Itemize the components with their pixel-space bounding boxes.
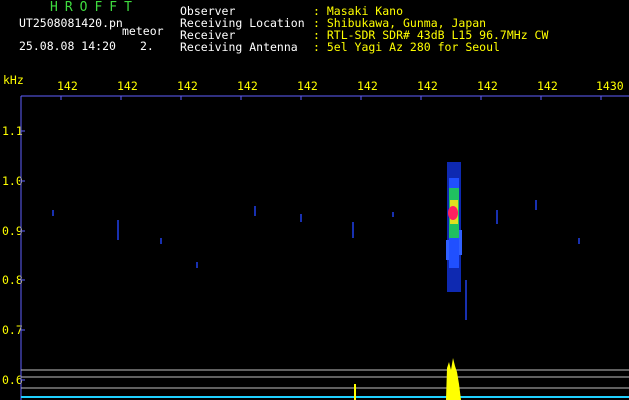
noise-speckles (52, 200, 580, 320)
y-axis-ticks (21, 130, 25, 381)
x-axis-ticks (60, 96, 602, 100)
echo-profile (446, 358, 461, 400)
echo-peak (448, 206, 458, 220)
signal-strength-strip (21, 358, 629, 400)
meteor-echo (446, 162, 462, 292)
spectrogram-plot (20, 95, 629, 400)
